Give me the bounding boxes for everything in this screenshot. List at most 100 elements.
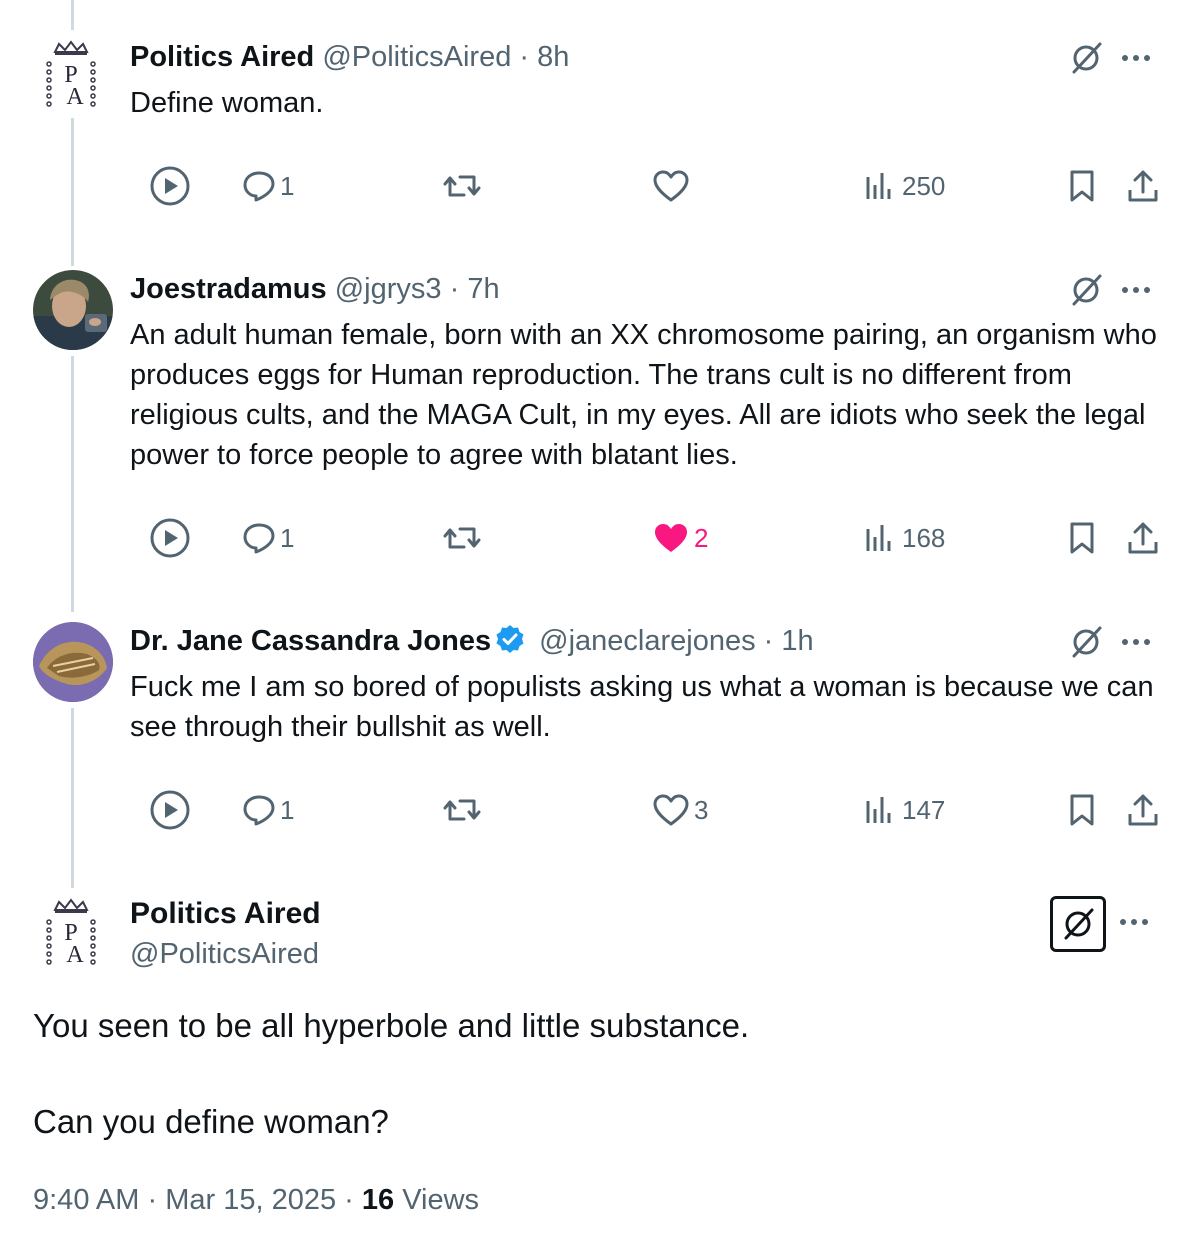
separator: ·: [519, 41, 530, 73]
views-button[interactable]: 250: [864, 161, 945, 211]
analytics-icon: [866, 525, 891, 551]
share-icon: [1128, 170, 1158, 202]
tweet-header: Politics Aired @PoliticsAired · 8h: [130, 40, 569, 74]
views-button[interactable]: 147: [864, 785, 945, 835]
separator: ·: [147, 1184, 158, 1216]
separator: ·: [449, 273, 460, 305]
action-bar: 1 2 168: [130, 513, 1170, 563]
repost-icon: [443, 527, 481, 549]
reply-count: 1: [280, 522, 295, 553]
handle[interactable]: @janeclarejones: [539, 625, 755, 657]
view-count: 147: [902, 794, 946, 825]
repost-icon: [443, 799, 481, 821]
play-icon: [150, 518, 190, 558]
illustrated-emblem: [33, 622, 113, 702]
thread-line-2: [71, 356, 74, 612]
play-button[interactable]: [148, 785, 192, 835]
repost-button[interactable]: [442, 513, 482, 563]
display-name[interactable]: Politics Aired: [130, 896, 321, 932]
verified-badge-icon: [496, 625, 524, 653]
display-name[interactable]: Dr. Jane Cassandra Jones: [130, 625, 491, 657]
reply-button[interactable]: 1: [242, 161, 294, 211]
views-label: Views: [402, 1184, 480, 1216]
like-button[interactable]: [652, 161, 694, 211]
bookmark-icon: [1070, 794, 1094, 826]
bookmark-button[interactable]: [1068, 161, 1096, 211]
avatar[interactable]: P A: [33, 38, 109, 114]
avatar[interactable]: [33, 270, 113, 350]
bookmark-button[interactable]: [1068, 513, 1096, 563]
post-date[interactable]: Mar 15, 2025: [165, 1184, 336, 1216]
post-metadata: 9:40 AM · Mar 15, 2025 · 16 Views: [33, 1180, 479, 1220]
post-time[interactable]: 9:40 AM: [33, 1184, 139, 1216]
reply-button[interactable]: 1: [242, 513, 294, 563]
share-icon: [1128, 522, 1158, 554]
avatar[interactable]: P A: [33, 896, 109, 972]
play-button[interactable]: [148, 513, 192, 563]
share-button[interactable]: [1126, 785, 1160, 835]
play-icon: [150, 790, 190, 830]
tweet-text: Fuck me I am so bored of populists askin…: [130, 671, 1154, 743]
repost-button[interactable]: [442, 785, 482, 835]
separator: ·: [763, 625, 774, 657]
heart-icon: [653, 170, 689, 202]
reply-count: 1: [280, 794, 295, 825]
bookmark-icon: [1070, 170, 1094, 202]
handle[interactable]: @PoliticsAired: [322, 41, 511, 73]
action-bar: 1 250: [130, 161, 1170, 211]
reply-icon: [243, 795, 275, 826]
heart-filled-icon: [655, 524, 687, 552]
analytics-icon: [866, 797, 891, 823]
repost-button[interactable]: [442, 161, 482, 211]
like-button[interactable]: 3: [652, 785, 708, 835]
views-button[interactable]: 168: [864, 513, 945, 563]
reply-icon: [243, 171, 275, 202]
bookmark-icon: [1070, 522, 1094, 554]
grok-icon[interactable]: [1064, 620, 1108, 664]
reply-count: 1: [280, 170, 295, 201]
politics-aired-logo: P A: [33, 38, 109, 114]
repost-icon: [443, 175, 481, 197]
share-button[interactable]: [1126, 161, 1160, 211]
timestamp[interactable]: 8h: [537, 41, 569, 73]
thread-line-3: [71, 708, 74, 888]
display-name[interactable]: Joestradamus: [130, 273, 327, 305]
separator: ·: [344, 1184, 354, 1216]
thread-line-top: [71, 0, 74, 30]
action-bar: 1 3 147: [130, 785, 1170, 835]
svg-text:A: A: [66, 942, 84, 968]
tweet-header: Joestradamus @jgrys3 · 7h: [130, 272, 500, 306]
avatar[interactable]: [33, 622, 113, 702]
play-button[interactable]: [148, 161, 192, 211]
user-photo: [33, 270, 113, 350]
tweet-text: Define woman.: [130, 87, 324, 119]
more-options-icon[interactable]: [1116, 270, 1156, 310]
handle[interactable]: @jgrys3: [335, 273, 442, 305]
share-button[interactable]: [1126, 513, 1160, 563]
view-count: 168: [902, 522, 946, 553]
thread-line-1: [71, 118, 74, 266]
timestamp[interactable]: 7h: [467, 273, 499, 305]
more-options-icon[interactable]: [1116, 38, 1156, 78]
reply-button[interactable]: 1: [242, 785, 294, 835]
grok-icon[interactable]: [1064, 36, 1108, 80]
like-count: 2: [694, 522, 709, 553]
timestamp[interactable]: 1h: [781, 625, 813, 657]
handle[interactable]: @PoliticsAired: [130, 936, 319, 972]
svg-text:A: A: [66, 84, 84, 110]
like-count: 3: [694, 794, 709, 825]
grok-icon[interactable]: [1064, 268, 1108, 312]
tweet-header: Dr. Jane Cassandra Jones @janeclarejones…: [130, 624, 814, 658]
tweet-text: An adult human female, born with an XX c…: [130, 319, 1157, 471]
play-icon: [150, 166, 190, 206]
analytics-icon: [866, 173, 891, 199]
views-count: 16: [361, 1184, 395, 1216]
more-options-icon[interactable]: [1114, 902, 1154, 942]
view-count: 250: [902, 170, 946, 201]
grok-icon[interactable]: [1050, 896, 1106, 952]
like-button[interactable]: 2: [652, 513, 708, 563]
more-options-icon[interactable]: [1116, 622, 1156, 662]
bookmark-button[interactable]: [1068, 785, 1096, 835]
display-name[interactable]: Politics Aired: [130, 41, 314, 73]
heart-icon: [653, 794, 689, 826]
